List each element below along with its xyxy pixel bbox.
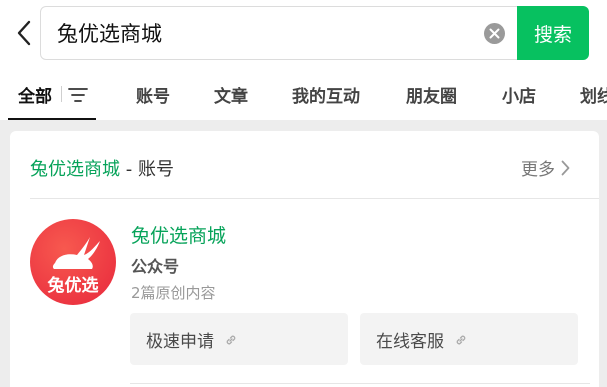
account-name[interactable]: 兔优选商城 — [131, 221, 226, 248]
link-icon — [456, 335, 466, 345]
account-description: 2篇原创内容 — [131, 284, 216, 302]
search-button[interactable]: 搜索 — [517, 6, 589, 60]
filter-icon[interactable] — [68, 87, 88, 103]
tab-divider — [61, 86, 62, 102]
divider — [130, 383, 590, 384]
tab-account[interactable]: 账号 — [136, 82, 170, 107]
tab-all[interactable]: 全部 — [18, 82, 52, 107]
tab-store[interactable]: 小店 — [502, 82, 536, 107]
top-bar: 兔优选商城 搜索 全部 账号 文章 我的互动 朋友圈 小店 划线 — [0, 0, 607, 120]
divider — [30, 198, 599, 199]
more-label: 更多 — [521, 160, 555, 180]
chevron-right-icon — [561, 160, 570, 175]
search-box[interactable]: 兔优选商城 — [40, 6, 518, 60]
quick-apply-button[interactable]: 极速申请 — [130, 313, 348, 365]
back-arrow-icon — [17, 20, 31, 46]
header-suffix: - 账号 — [120, 159, 174, 180]
avatar[interactable]: 兔优选 — [30, 219, 116, 305]
back-button[interactable] — [10, 16, 38, 50]
link-icon — [226, 335, 236, 345]
account-type: 公众号 — [131, 257, 180, 276]
search-input[interactable]: 兔优选商城 — [57, 19, 162, 49]
tab-my-interaction[interactable]: 我的互动 — [292, 82, 360, 107]
more-link[interactable]: 更多 — [521, 155, 570, 180]
card-header: 兔优选商城 - 账号 — [30, 155, 174, 181]
tab-highlight[interactable]: 划线 — [580, 82, 607, 107]
clear-icon — [489, 28, 500, 39]
chip-label: 极速申请 — [146, 332, 214, 352]
chip-label: 在线客服 — [376, 332, 444, 352]
header-keyword: 兔优选商城 — [30, 159, 120, 180]
tab-bar: 全部 账号 文章 我的互动 朋友圈 小店 划线 — [0, 76, 607, 120]
avatar-text: 兔优选 — [47, 276, 99, 296]
tab-moments[interactable]: 朋友圈 — [406, 82, 457, 107]
account-result-card: 兔优选商城 - 账号 更多 兔优选 兔优选商城 公众号 2篇原创内容 极速申请 … — [10, 131, 599, 387]
online-service-button[interactable]: 在线客服 — [360, 313, 578, 365]
tab-article[interactable]: 文章 — [214, 82, 248, 107]
clear-button[interactable] — [484, 23, 505, 44]
active-tab-indicator — [8, 118, 96, 120]
